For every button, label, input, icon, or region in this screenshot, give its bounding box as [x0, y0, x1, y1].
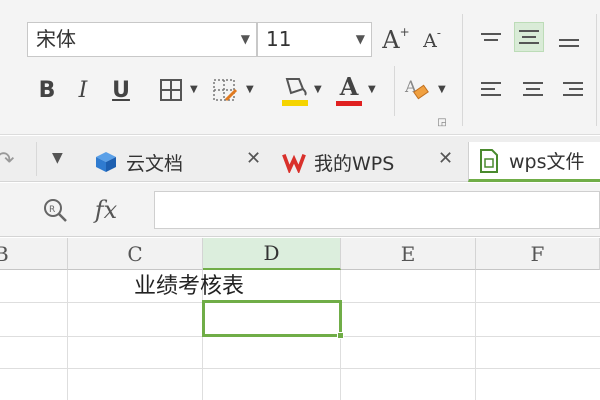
column-header-e[interactable]: E — [341, 238, 476, 270]
column-label: E — [400, 241, 416, 266]
column-header-c[interactable]: C — [68, 238, 203, 270]
column-header-d[interactable]: D — [203, 238, 341, 270]
ribbon-separator — [462, 14, 463, 126]
column-label: D — [263, 241, 280, 265]
italic-button[interactable]: I — [68, 72, 98, 108]
grid-line — [475, 270, 476, 400]
chevron-down-icon[interactable]: ▼ — [190, 84, 198, 95]
formula-input[interactable] — [154, 191, 600, 229]
close-icon[interactable]: ✕ — [246, 148, 261, 169]
underline-button[interactable]: U — [106, 72, 136, 108]
borders-icon — [160, 79, 182, 101]
eraser-icon: A — [404, 77, 429, 100]
document-tab-bar: ↷ ▼ 云文档 ✕ 我的WPS ✕ wps文件 — [0, 136, 600, 182]
column-header-f[interactable]: F — [476, 238, 600, 270]
clear-format-button[interactable]: A — [400, 72, 434, 108]
tab-cloud-docs[interactable]: 云文档 — [94, 142, 183, 182]
spreadsheet-file-icon — [477, 148, 501, 173]
ribbon: 宋体 ▼ 11 ▼ A + A- B I U ▼ ▼ ▼ A ▼ A ▼ ◲ — [0, 0, 600, 135]
column-header-b[interactable]: B — [0, 238, 68, 270]
chevron-down-icon: ▼ — [240, 32, 250, 46]
align-center-button[interactable] — [518, 74, 548, 104]
font-size-select[interactable]: 11 ▼ — [257, 22, 372, 57]
cell-style-button[interactable] — [208, 74, 242, 106]
active-cell-d2[interactable] — [202, 300, 342, 337]
ribbon-separator — [394, 66, 395, 116]
fill-handle[interactable] — [337, 332, 344, 339]
column-label: F — [530, 241, 545, 266]
chevron-down-icon[interactable]: ▼ — [246, 84, 254, 95]
formula-bar: R fx — [0, 183, 600, 237]
tab-separator — [36, 142, 37, 176]
font-color-label: A — [339, 72, 359, 101]
align-middle-button[interactable] — [514, 22, 544, 52]
column-label: C — [127, 241, 143, 266]
cloud-cube-icon — [94, 150, 118, 174]
align-right-button[interactable] — [558, 74, 588, 104]
tab-my-wps[interactable]: 我的WPS — [282, 142, 394, 182]
zoom-search-icon[interactable]: R — [40, 195, 70, 225]
cell-c1-title[interactable]: 业绩考核表 — [134, 270, 244, 303]
font-color-button[interactable]: A — [334, 70, 364, 108]
increase-font-size-label: A — [382, 26, 400, 54]
align-left-button[interactable] — [476, 74, 506, 104]
decrease-font-size-label: A — [423, 30, 437, 52]
svg-text:R: R — [49, 205, 55, 215]
font-name-select[interactable]: 宋体 ▼ — [27, 22, 257, 57]
bold-label: B — [38, 77, 56, 103]
wps-logo-icon — [282, 150, 306, 174]
font-name-value: 宋体 — [36, 27, 76, 51]
borders-button[interactable] — [154, 74, 188, 106]
fx-label: fx — [94, 196, 118, 224]
align-top-button[interactable] — [476, 22, 506, 52]
align-bottom-button[interactable] — [554, 28, 584, 58]
bold-button[interactable]: B — [32, 72, 62, 108]
table-style-icon — [213, 79, 238, 102]
tab-label: 云文档 — [126, 152, 184, 175]
insert-function-button[interactable]: fx — [88, 193, 124, 227]
column-label: B — [0, 242, 9, 266]
ribbon-separator — [596, 14, 597, 126]
tab-label: wps文件 — [509, 151, 585, 173]
close-icon[interactable]: ✕ — [438, 148, 453, 169]
redo-icon[interactable]: ↷ — [0, 148, 14, 173]
chevron-down-icon[interactable]: ▼ — [368, 84, 376, 95]
increase-font-size-button[interactable]: A + — [380, 22, 412, 58]
underline-label: U — [112, 77, 130, 103]
chevron-down-icon[interactable]: ▼ — [314, 84, 322, 95]
chevron-down-icon: ▼ — [355, 32, 365, 46]
tab-wps-file[interactable]: wps文件 — [468, 142, 600, 182]
font-size-value: 11 — [266, 27, 292, 51]
font-dialog-launcher-icon[interactable]: ◲ — [436, 116, 448, 128]
chevron-down-icon[interactable]: ▼ — [438, 84, 446, 95]
decrease-font-size-button[interactable]: A- — [418, 26, 446, 56]
fill-color-button[interactable] — [278, 72, 312, 108]
grid-line — [67, 270, 68, 400]
grid-line — [0, 368, 600, 369]
italic-label: I — [78, 77, 88, 103]
fill-color-swatch — [282, 100, 308, 106]
font-color-swatch — [336, 101, 362, 106]
chevron-down-icon[interactable]: ▼ — [52, 150, 63, 166]
tab-label: 我的WPS — [314, 152, 395, 175]
